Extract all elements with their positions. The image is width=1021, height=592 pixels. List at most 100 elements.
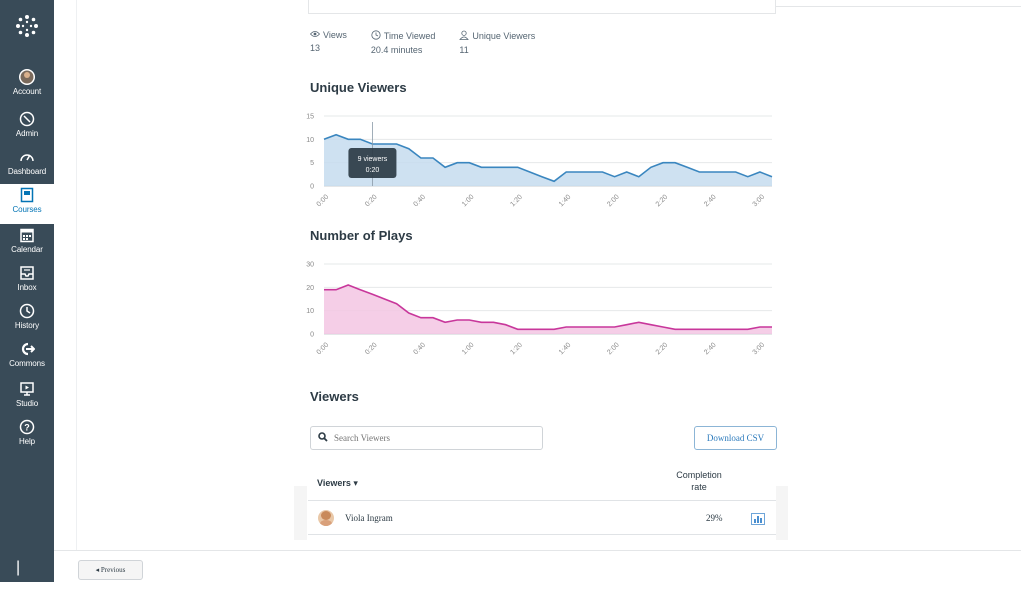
uv-x-tick-label: 0:20 [364, 194, 379, 209]
plays-x-tick-label: 2:20 [655, 342, 670, 357]
number-of-plays-chart[interactable]: 0 10 20 30 0:00 0:20 0:40 1:00 1:20 1:40 2:00 2:20 2… [300, 254, 780, 364]
clock-icon [18, 302, 36, 320]
gauge-icon [18, 148, 36, 166]
stat-time-value: 20.4 minutes [370, 45, 423, 55]
plays-x-tick-label: 0:20 [364, 342, 379, 357]
col-header-completion-line1: Completion [676, 470, 722, 480]
plays-x-tick-label: 1:40 [558, 342, 573, 357]
collapse-nav-icon[interactable]: |← [16, 560, 36, 592]
eye-icon [309, 30, 321, 40]
stat-views: Views 13 [309, 30, 347, 55]
plays-x-tick-label: 3:00 [752, 342, 767, 357]
search-icon [318, 429, 328, 447]
plays-x-tick-label: 1:00 [461, 342, 476, 357]
nav-item-calendar[interactable]: Calendar [0, 224, 54, 262]
plays-x-tick-label: 2:40 [703, 342, 718, 357]
search-viewers-field[interactable] [310, 426, 543, 450]
uv-y-tick-label: 15 [306, 114, 314, 121]
nav-item-commons[interactable]: Commons [0, 338, 54, 376]
nav-item-admin[interactable]: Admin [0, 108, 54, 146]
clock-icon [371, 30, 381, 42]
table-edge-left [294, 486, 307, 540]
plays-x-tick-label: 0:00 [316, 342, 331, 357]
inbox-icon [18, 264, 36, 282]
svg-text:?: ? [24, 423, 30, 433]
uv-y-tick-label: 5 [310, 160, 314, 167]
uv-x-tick-label: 0:00 [316, 194, 331, 209]
header-divider [776, 6, 1021, 7]
uv-y-tick-label: 0 [310, 184, 314, 191]
nav-label-account: Account [12, 87, 42, 96]
uv-x-tick-label: 1:40 [558, 194, 573, 209]
col-header-completion[interactable]: Completion rate [664, 469, 734, 493]
uv-x-tick-label: 2:40 [703, 194, 718, 209]
plays-x-tick-label: 2:00 [606, 342, 621, 357]
stat-time-viewed: Time Viewed 20.4 minutes [370, 30, 435, 55]
studio-icon [18, 380, 36, 398]
nav-item-dashboard[interactable]: Dashboard [0, 146, 54, 184]
stat-unique-value: 11 [459, 45, 469, 55]
uv-x-tick-label: 1:20 [509, 194, 524, 209]
download-csv-button[interactable]: Download CSV [694, 426, 777, 450]
plays-y-tick-label: 0 [310, 332, 314, 339]
nav-item-courses[interactable]: Courses [0, 184, 54, 224]
unique-viewers-heading: Unique Viewers [310, 80, 407, 95]
plays-y-tick-label: 20 [306, 285, 314, 292]
nav-label-admin: Admin [15, 129, 39, 138]
footer-bar: ◂ Previous [54, 550, 1021, 582]
stat-views-value: 13 [310, 43, 321, 53]
uv-x-tick-label: 1:00 [461, 194, 476, 209]
nav-item-account[interactable]: Account [0, 66, 54, 104]
help-icon: ? [18, 418, 36, 436]
table-edge-right [776, 486, 788, 540]
book-icon [18, 186, 36, 204]
canvas-logo-icon[interactable] [13, 12, 41, 40]
bar-chart-icon[interactable] [751, 512, 765, 525]
plays-x-tick-label: 1:20 [509, 342, 524, 357]
calendar-icon [18, 226, 36, 244]
content-divider [76, 0, 77, 550]
number-of-plays-heading: Number of Plays [310, 228, 413, 243]
nav-label-calendar: Calendar [11, 245, 43, 254]
plays-area [324, 285, 772, 334]
viewer-avatar [318, 510, 334, 526]
uv-x-tick-label: 3:00 [752, 194, 767, 209]
stat-unique-label: Unique Viewers [472, 31, 536, 41]
nav-item-studio[interactable]: Studio [0, 378, 54, 416]
nav-label-dashboard: Dashboard [7, 167, 47, 176]
plays-y-tick-label: 10 [306, 308, 314, 315]
plays-x-tick-label: 0:40 [413, 342, 428, 357]
nav-label-studio: Studio [15, 399, 39, 408]
nav-item-history[interactable]: History [0, 300, 54, 338]
nav-label-inbox: Inbox [17, 283, 37, 292]
tooltip-line-2: 0:20 [366, 167, 380, 174]
completion-rate: 29% [706, 513, 723, 523]
nav-item-help[interactable]: ? Help [0, 416, 54, 454]
nav-label-history: History [14, 321, 40, 330]
header-divider-line [308, 500, 776, 501]
user-icon [459, 30, 470, 42]
viewers-table: Viewers ▾ Completion rate Viola Ingram 2… [294, 462, 788, 540]
uv-x-tick-label: 0:40 [413, 194, 428, 209]
nav-label-commons: Commons [9, 359, 45, 368]
nav-item-inbox[interactable]: Inbox [0, 262, 54, 300]
global-nav: Account Admin Dashboard Courses Calendar… [0, 0, 54, 592]
col-header-viewers[interactable]: Viewers ▾ [317, 478, 358, 489]
media-stats: Views 13 Time Viewed 20.4 minutes Unique… [309, 30, 559, 55]
media-card-edge [308, 0, 776, 14]
tooltip-line-1: 9 viewers [358, 156, 388, 163]
unique-viewers-chart[interactable]: 0 5 10 15 0:00 0:20 0:40 1:00 1:20 1:40 2:00 2:20 2:… [300, 106, 780, 214]
commons-icon [18, 340, 36, 358]
viewer-name[interactable]: Viola Ingram [345, 513, 393, 523]
search-viewers-input[interactable] [334, 433, 534, 443]
nav-label-courses: Courses [12, 205, 42, 214]
table-row[interactable]: Viola Ingram 29% [308, 504, 776, 532]
row-divider-line [308, 534, 776, 535]
uv-x-tick-label: 2:20 [655, 194, 670, 209]
nav-label-help: Help [18, 437, 36, 446]
shield-icon [18, 110, 36, 128]
uv-x-tick-label: 2:00 [606, 194, 621, 209]
previous-button[interactable]: ◂ Previous [78, 560, 143, 580]
stat-unique-viewers: Unique Viewers 11 [459, 30, 535, 55]
viewers-heading: Viewers [310, 389, 359, 404]
